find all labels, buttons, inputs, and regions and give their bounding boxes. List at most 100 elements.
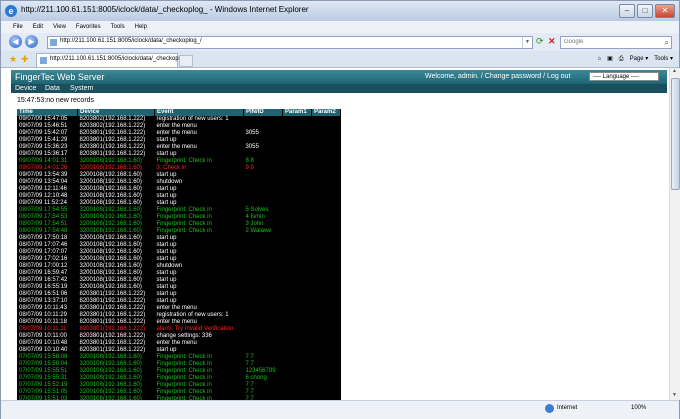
col-event[interactable]: Event bbox=[154, 109, 244, 116]
page-content: FingerTec Web Server Welcome, admin. / C… bbox=[1, 68, 669, 400]
add-favorites-icon[interactable]: ✚ bbox=[21, 54, 29, 64]
table-row: 08/07/09 17:07:46 3200108(192.168.1.60) st… bbox=[17, 242, 341, 249]
menu-tools[interactable]: Tools bbox=[111, 21, 125, 33]
menu-file[interactable]: File bbox=[13, 21, 23, 33]
minimize-button[interactable]: – bbox=[619, 4, 635, 18]
user-links[interactable]: Welcome, admin. / Change password / Log … bbox=[425, 73, 570, 80]
menu-favorites[interactable]: Favorites bbox=[76, 21, 101, 33]
stop-icon[interactable]: ✕ bbox=[548, 37, 557, 46]
cell-param bbox=[312, 326, 341, 333]
nav-system[interactable]: System bbox=[70, 84, 93, 93]
cell-event: start up bbox=[156, 242, 177, 248]
cell-time: 08/07/09 10:11:18 bbox=[19, 319, 67, 325]
cell-time: 08/07/09 17:02:16 bbox=[19, 256, 68, 262]
cell-device: 8203801(192.168.1.222) bbox=[79, 305, 146, 311]
forward-button[interactable]: ▶ bbox=[25, 35, 38, 48]
cell-param bbox=[312, 144, 341, 151]
col-device[interactable]: Device bbox=[77, 109, 155, 116]
nav-data[interactable]: Data bbox=[45, 84, 60, 93]
scroll-thumb[interactable] bbox=[671, 78, 680, 190]
cell-time: 09/07/09 15:47:05 bbox=[19, 116, 68, 122]
close-button[interactable]: ✕ bbox=[655, 4, 675, 18]
feeds-icon[interactable]: ▣ bbox=[607, 54, 613, 64]
cell-param bbox=[283, 158, 312, 165]
col-time[interactable]: Time bbox=[17, 109, 78, 116]
vertical-scrollbar[interactable]: ▲ ▼ bbox=[669, 68, 680, 400]
cell-device: 3200108(192.168.1.60) bbox=[79, 207, 142, 213]
cell-param bbox=[283, 361, 312, 368]
cell-time: 08/07/09 17:54:55 bbox=[19, 207, 68, 213]
table-row: 09/07/09 12:10:48 3200108(192.168.1.60) st… bbox=[17, 193, 341, 200]
cell-event: Fingerprint: Check in bbox=[156, 389, 212, 395]
cell-param bbox=[312, 354, 341, 361]
cell-param bbox=[312, 312, 341, 319]
menu-edit[interactable]: Edit bbox=[33, 21, 43, 33]
cell-time: 07/07/09 15:55:31 bbox=[19, 375, 68, 381]
cell-pin bbox=[244, 242, 283, 249]
cell-param bbox=[283, 200, 312, 207]
address-bar[interactable]: http://211.100.61.151:8005/iclock/data/_… bbox=[47, 36, 533, 49]
cell-pin bbox=[244, 186, 283, 193]
cell-device: 3200108(192.168.1.60) bbox=[79, 361, 142, 367]
col-param1[interactable]: Param1 bbox=[282, 109, 312, 116]
cell-event: start up bbox=[156, 298, 177, 304]
cell-pin bbox=[244, 151, 283, 158]
favorites-star-icon[interactable]: ★ bbox=[9, 54, 17, 64]
cell-time: 09/07/09 12:10:48 bbox=[19, 193, 68, 199]
cell-pin: 8 8 bbox=[245, 158, 254, 164]
tools-menu[interactable]: Tools ▾ bbox=[654, 54, 673, 64]
cell-device: 3200108(192.168.1.60) bbox=[79, 235, 142, 241]
search-input[interactable] bbox=[561, 37, 656, 46]
nav-device[interactable]: Device bbox=[15, 84, 36, 93]
col-pin[interactable]: PIN/ID bbox=[243, 109, 283, 116]
browser-window: e http://211.100.61.151:8005/iclock/data… bbox=[0, 0, 680, 419]
tab-current[interactable]: http://211.100.61.151:8005/iclock/data/_… bbox=[36, 53, 192, 67]
cell-param bbox=[283, 368, 312, 375]
cell-event: registration of new users: 1 bbox=[156, 116, 229, 122]
refresh-icon[interactable]: ⟳ bbox=[536, 37, 545, 46]
cell-time: 08/07/09 10:11:11 bbox=[19, 326, 67, 332]
cell-param bbox=[312, 291, 341, 298]
address-dropdown-icon[interactable]: ▼ bbox=[522, 37, 532, 48]
new-tab-button[interactable] bbox=[179, 55, 193, 67]
table-row: 08/07/09 10:11:11 8203801(192.168.1.222) a… bbox=[17, 326, 341, 333]
table-row: 09/07/09 14:01:31 3200108(192.168.1.60) Fi… bbox=[17, 158, 341, 165]
cell-param bbox=[283, 144, 312, 151]
cell-pin: 7 7 bbox=[245, 361, 254, 367]
table-row: 09/07/09 14:01:26 3200108(192.168.1.60) 3:… bbox=[17, 165, 341, 172]
cell-pin bbox=[244, 326, 283, 333]
cell-param bbox=[283, 130, 312, 137]
cell-pin bbox=[244, 284, 283, 291]
cell-param bbox=[312, 368, 341, 375]
search-icon[interactable]: ⌕ bbox=[665, 37, 669, 48]
cell-pin: 5 Solves bbox=[245, 207, 269, 213]
print-icon[interactable]: ⎙ bbox=[619, 54, 624, 64]
back-button[interactable]: ◀ bbox=[9, 35, 22, 48]
menu-help[interactable]: Help bbox=[135, 21, 147, 33]
page-menu[interactable]: Page ▾ bbox=[630, 54, 649, 64]
menu-bar: File Edit View Favorites Tools Help bbox=[1, 21, 679, 33]
table-row: 08/07/09 10:11:18 8203801(192.168.1.222) e… bbox=[17, 319, 341, 326]
cell-param bbox=[283, 207, 312, 214]
cell-param bbox=[283, 116, 312, 123]
language-select[interactable]: ---- Language ---- bbox=[589, 72, 659, 81]
cell-param bbox=[283, 249, 312, 256]
cell-event: registration of new users: 1 bbox=[156, 312, 229, 318]
cell-param bbox=[283, 165, 312, 172]
cell-param bbox=[312, 235, 341, 242]
search-box[interactable]: ⌕ bbox=[560, 36, 672, 49]
home-icon[interactable]: ⌂ bbox=[597, 54, 601, 64]
address-url[interactable]: http://211.100.61.151:8005/iclock/data/_… bbox=[60, 38, 202, 44]
maximize-button[interactable]: □ bbox=[637, 4, 653, 18]
cell-param bbox=[312, 172, 341, 179]
menu-view[interactable]: View bbox=[53, 21, 66, 33]
scroll-down-icon[interactable]: ▼ bbox=[671, 392, 678, 400]
scroll-up-icon[interactable]: ▲ bbox=[671, 68, 678, 76]
address-toolbar: ◀ ▶ http://211.100.61.151:8005/iclock/da… bbox=[1, 33, 679, 51]
brand-title: FingerTec Web Server bbox=[15, 72, 105, 82]
cell-param bbox=[283, 172, 312, 179]
zoom-level[interactable]: 100% bbox=[631, 405, 646, 411]
cell-param bbox=[283, 305, 312, 312]
col-param2[interactable]: Param2 bbox=[311, 109, 341, 116]
cell-param bbox=[283, 186, 312, 193]
